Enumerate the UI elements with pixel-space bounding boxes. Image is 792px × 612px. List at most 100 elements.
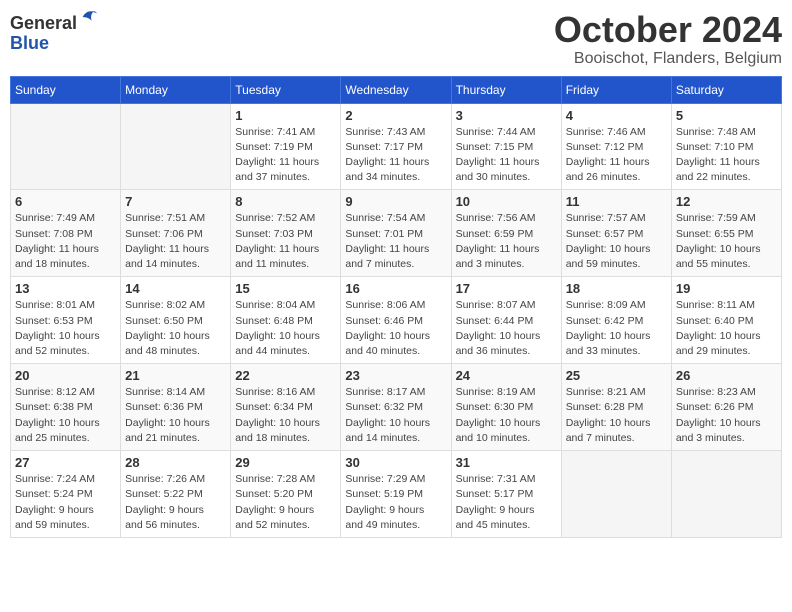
calendar-cell: 30 Sunrise: 7:29 AM Sunset: 5:19 PM Dayli… xyxy=(341,451,451,538)
day-number: 16 xyxy=(345,281,446,296)
day-detail: Sunrise: 8:09 AM Sunset: 6:42 PM Dayligh… xyxy=(566,298,667,359)
calendar-table: SundayMondayTuesdayWednesdayThursdayFrid… xyxy=(10,76,782,538)
day-detail: Sunrise: 8:01 AM Sunset: 6:53 PM Dayligh… xyxy=(15,298,116,359)
day-detail: Sunrise: 8:07 AM Sunset: 6:44 PM Dayligh… xyxy=(456,298,557,359)
calendar-cell: 23Sunrise: 8:17 AM Sunset: 6:32 PM Dayli… xyxy=(341,364,451,451)
week-row-5: 27 Sunrise: 7:24 AM Sunset: 5:24 PM Dayli… xyxy=(11,451,782,538)
header-row: SundayMondayTuesdayWednesdayThursdayFrid… xyxy=(11,76,782,103)
day-detail: Sunrise: 7:43 AM Sunset: 7:17 PM Dayligh… xyxy=(345,125,446,186)
day-detail: Sunrise: 7:59 AM Sunset: 6:55 PM Dayligh… xyxy=(676,211,777,272)
calendar-cell: 24 Sunrise: 8:19 AM Sunset: 6:30 PM Dayli… xyxy=(451,364,561,451)
day-detail: Sunrise: 8:12 AM Sunset: 6:38 PM Dayligh… xyxy=(15,385,116,446)
day-number: 10 xyxy=(456,194,557,209)
day-detail: Sunrise: 7:52 AM Sunset: 7:03 PM Dayligh… xyxy=(235,211,336,272)
header-day-saturday: Saturday xyxy=(671,76,781,103)
logo-blue-text: Blue xyxy=(10,34,97,54)
calendar-cell: 22 Sunrise: 8:16 AM Sunset: 6:34 PM Dayli… xyxy=(231,364,341,451)
header-day-thursday: Thursday xyxy=(451,76,561,103)
day-number: 23 xyxy=(345,368,446,383)
day-number: 22 xyxy=(235,368,336,383)
day-detail: Sunrise: 8:16 AM Sunset: 6:34 PM Dayligh… xyxy=(235,385,336,446)
day-detail: Sunrise: 8:04 AM Sunset: 6:48 PM Dayligh… xyxy=(235,298,336,359)
calendar-cell: 14Sunrise: 8:02 AM Sunset: 6:50 PM Dayli… xyxy=(121,277,231,364)
day-detail: Sunrise: 8:19 AM Sunset: 6:30 PM Dayligh… xyxy=(456,385,557,446)
day-detail: Sunrise: 7:54 AM Sunset: 7:01 PM Dayligh… xyxy=(345,211,446,272)
day-detail: Sunrise: 8:14 AM Sunset: 6:36 PM Dayligh… xyxy=(125,385,226,446)
day-detail: Sunrise: 7:29 AM Sunset: 5:19 PM Dayligh… xyxy=(345,472,446,533)
calendar-cell: 11Sunrise: 7:57 AM Sunset: 6:57 PM Dayli… xyxy=(561,190,671,277)
calendar-cell: 16 Sunrise: 8:06 AM Sunset: 6:46 PM Dayli… xyxy=(341,277,451,364)
day-detail: Sunrise: 8:06 AM Sunset: 6:46 PM Dayligh… xyxy=(345,298,446,359)
calendar-cell xyxy=(11,103,121,190)
day-number: 4 xyxy=(566,108,667,123)
calendar-cell: 15 Sunrise: 8:04 AM Sunset: 6:48 PM Dayli… xyxy=(231,277,341,364)
day-number: 18 xyxy=(566,281,667,296)
day-detail: Sunrise: 7:48 AM Sunset: 7:10 PM Dayligh… xyxy=(676,125,777,186)
day-detail: Sunrise: 8:21 AM Sunset: 6:28 PM Dayligh… xyxy=(566,385,667,446)
day-detail: Sunrise: 7:49 AM Sunset: 7:08 PM Dayligh… xyxy=(15,211,116,272)
calendar-cell: 27 Sunrise: 7:24 AM Sunset: 5:24 PM Dayli… xyxy=(11,451,121,538)
day-detail: Sunrise: 8:11 AM Sunset: 6:40 PM Dayligh… xyxy=(676,298,777,359)
logo-general-text: General xyxy=(10,14,77,34)
calendar-cell: 1Sunrise: 7:41 AM Sunset: 7:19 PM Daylig… xyxy=(231,103,341,190)
calendar-cell: 13 Sunrise: 8:01 AM Sunset: 6:53 PM Dayli… xyxy=(11,277,121,364)
day-detail: Sunrise: 7:26 AM Sunset: 5:22 PM Dayligh… xyxy=(125,472,226,533)
calendar-cell xyxy=(561,451,671,538)
day-detail: Sunrise: 7:44 AM Sunset: 7:15 PM Dayligh… xyxy=(456,125,557,186)
calendar-cell: 28 Sunrise: 7:26 AM Sunset: 5:22 PM Dayli… xyxy=(121,451,231,538)
day-number: 30 xyxy=(345,455,446,470)
day-number: 25 xyxy=(566,368,667,383)
day-detail: Sunrise: 7:31 AM Sunset: 5:17 PM Dayligh… xyxy=(456,472,557,533)
day-number: 13 xyxy=(15,281,116,296)
day-detail: Sunrise: 7:24 AM Sunset: 5:24 PM Dayligh… xyxy=(15,472,116,533)
day-detail: Sunrise: 8:02 AM Sunset: 6:50 PM Dayligh… xyxy=(125,298,226,359)
calendar-cell: 4 Sunrise: 7:46 AM Sunset: 7:12 PM Daylig… xyxy=(561,103,671,190)
day-detail: Sunrise: 7:46 AM Sunset: 7:12 PM Dayligh… xyxy=(566,125,667,186)
title-area: October 2024 Booischot, Flanders, Belgiu… xyxy=(554,10,782,68)
calendar-cell: 21 Sunrise: 8:14 AM Sunset: 6:36 PM Dayli… xyxy=(121,364,231,451)
calendar-cell: 9 Sunrise: 7:54 AM Sunset: 7:01 PM Daylig… xyxy=(341,190,451,277)
day-number: 12 xyxy=(676,194,777,209)
logo: General Blue xyxy=(10,14,97,54)
calendar-cell: 10 Sunrise: 7:56 AM Sunset: 6:59 PM Dayli… xyxy=(451,190,561,277)
header-day-tuesday: Tuesday xyxy=(231,76,341,103)
day-detail: Sunrise: 7:56 AM Sunset: 6:59 PM Dayligh… xyxy=(456,211,557,272)
calendar-cell: 8 Sunrise: 7:52 AM Sunset: 7:03 PM Daylig… xyxy=(231,190,341,277)
header-day-wednesday: Wednesday xyxy=(341,76,451,103)
header-day-sunday: Sunday xyxy=(11,76,121,103)
day-number: 2 xyxy=(345,108,446,123)
day-number: 28 xyxy=(125,455,226,470)
month-title: October 2024 xyxy=(554,10,782,50)
calendar-cell: 31Sunrise: 7:31 AM Sunset: 5:17 PM Dayli… xyxy=(451,451,561,538)
day-number: 8 xyxy=(235,194,336,209)
day-detail: Sunrise: 7:51 AM Sunset: 7:06 PM Dayligh… xyxy=(125,211,226,272)
day-number: 27 xyxy=(15,455,116,470)
day-number: 3 xyxy=(456,108,557,123)
logo-bird-icon xyxy=(79,8,97,26)
calendar-cell: 7 Sunrise: 7:51 AM Sunset: 7:06 PM Daylig… xyxy=(121,190,231,277)
calendar-cell xyxy=(121,103,231,190)
page-header: General Blue October 2024 Booischot, Fla… xyxy=(10,10,782,68)
calendar-cell: 5Sunrise: 7:48 AM Sunset: 7:10 PM Daylig… xyxy=(671,103,781,190)
week-row-4: 20 Sunrise: 8:12 AM Sunset: 6:38 PM Dayli… xyxy=(11,364,782,451)
day-number: 24 xyxy=(456,368,557,383)
day-number: 21 xyxy=(125,368,226,383)
calendar-cell: 12 Sunrise: 7:59 AM Sunset: 6:55 PM Dayli… xyxy=(671,190,781,277)
location-subtitle: Booischot, Flanders, Belgium xyxy=(554,50,782,68)
day-number: 15 xyxy=(235,281,336,296)
day-number: 9 xyxy=(345,194,446,209)
week-row-2: 6Sunrise: 7:49 AM Sunset: 7:08 PM Daylig… xyxy=(11,190,782,277)
day-number: 17 xyxy=(456,281,557,296)
calendar-cell: 18 Sunrise: 8:09 AM Sunset: 6:42 PM Dayli… xyxy=(561,277,671,364)
day-number: 26 xyxy=(676,368,777,383)
calendar-cell: 17 Sunrise: 8:07 AM Sunset: 6:44 PM Dayli… xyxy=(451,277,561,364)
day-number: 7 xyxy=(125,194,226,209)
day-number: 20 xyxy=(15,368,116,383)
day-number: 29 xyxy=(235,455,336,470)
calendar-cell: 25 Sunrise: 8:21 AM Sunset: 6:28 PM Dayli… xyxy=(561,364,671,451)
week-row-1: 1Sunrise: 7:41 AM Sunset: 7:19 PM Daylig… xyxy=(11,103,782,190)
calendar-cell: 2 Sunrise: 7:43 AM Sunset: 7:17 PM Daylig… xyxy=(341,103,451,190)
calendar-cell: 20 Sunrise: 8:12 AM Sunset: 6:38 PM Dayli… xyxy=(11,364,121,451)
calendar-cell: 6Sunrise: 7:49 AM Sunset: 7:08 PM Daylig… xyxy=(11,190,121,277)
day-detail: Sunrise: 7:57 AM Sunset: 6:57 PM Dayligh… xyxy=(566,211,667,272)
